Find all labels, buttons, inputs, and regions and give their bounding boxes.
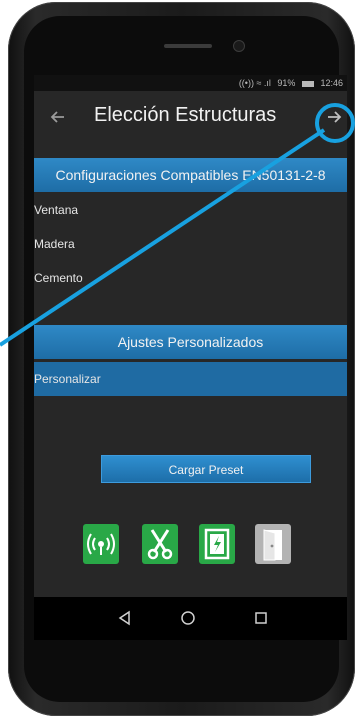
- callout-pointer: [0, 128, 326, 347]
- forward-highlight-ring: [315, 103, 355, 143]
